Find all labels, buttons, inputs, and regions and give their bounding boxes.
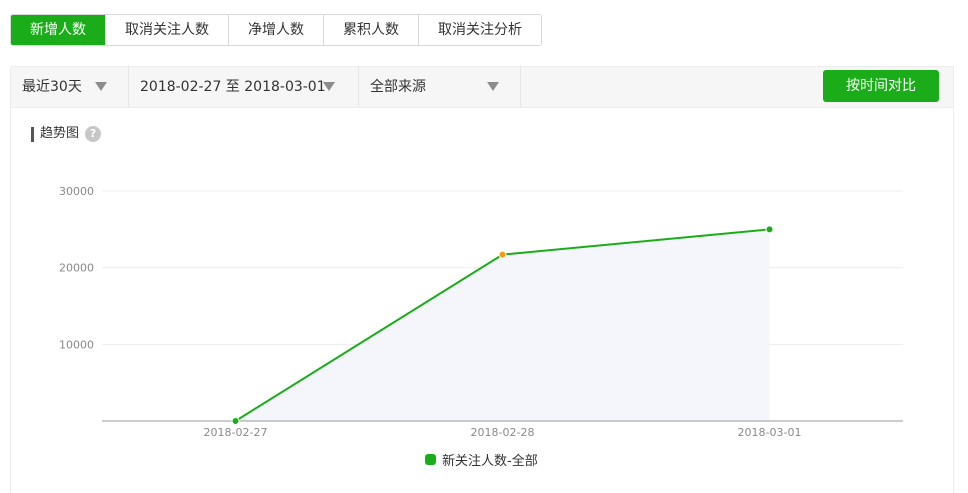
x-tick-label: 2018-02-27 [204,426,268,439]
data-point [231,417,240,425]
tab-bar: 新增人数 取消关注人数 净增人数 累积人数 取消关注分析 [10,14,542,46]
x-tick-label: 2018-03-01 [738,426,802,439]
chart-legend[interactable]: 新关注人数-全部 [425,450,538,469]
date-range-value: 2018-02-27 至 2018-03-01 [140,79,326,95]
y-tick-label: 20000 [59,262,94,275]
x-tick-label: 2018-02-28 [471,426,535,439]
help-icon[interactable]: ? [85,126,102,142]
y-tick-label: 30000 [59,185,94,198]
title-accent-bar [31,126,34,142]
chart-title-group: 趋势图 ? [31,126,102,142]
trend-chart: 10000 20000 30000 2018-02-27 2018-02-28 2018-… [59,185,903,439]
legend-swatch [425,454,436,465]
tab-unfollowers[interactable]: 取消关注人数 [105,15,228,45]
data-point [498,250,507,259]
source-select-value: 全部来源 [370,79,426,95]
tab-net-growth[interactable]: 净增人数 [228,15,323,45]
chart-title: 趋势图 [40,126,80,141]
tab-cumulative[interactable]: 累积人数 [323,15,418,45]
tab-unfollow-analysis[interactable]: 取消关注分析 [418,15,541,45]
chevron-down-icon [323,82,335,91]
compare-by-time-button[interactable]: 按时间对比 [823,70,939,102]
trend-chart-panel: 10000 20000 30000 2018-02-27 2018-02-28 2018-… [10,108,954,493]
legend-label: 新关注人数-全部 [442,454,538,469]
tab-new-followers[interactable]: 新增人数 [11,15,105,45]
date-range-select[interactable]: 2018-02-27 至 2018-03-01 [129,67,359,107]
chevron-down-icon [487,82,499,91]
chevron-down-icon [95,82,107,91]
data-point [765,225,774,234]
y-tick-label: 10000 [59,338,94,351]
filter-bar: 最近30天 2018-02-27 至 2018-03-01 全部来源 按时间对比 [10,66,954,108]
period-select-value: 最近30天 [22,79,82,95]
period-select[interactable]: 最近30天 [11,67,129,107]
source-select[interactable]: 全部来源 [359,67,521,107]
